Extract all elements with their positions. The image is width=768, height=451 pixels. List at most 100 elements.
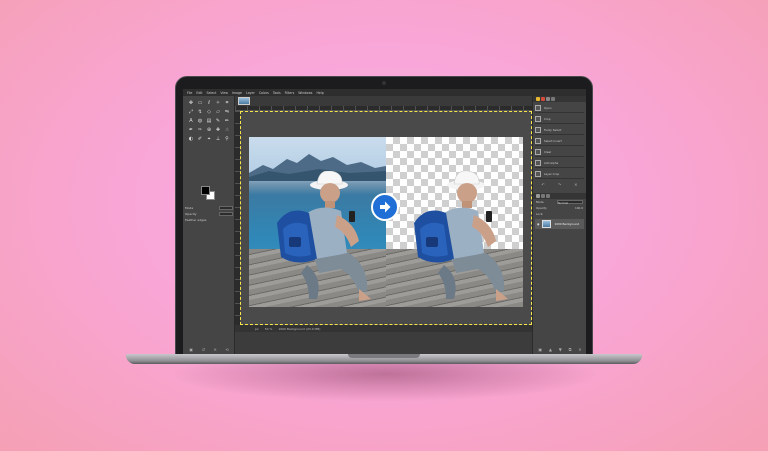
redo-icon[interactable]: ↷ — [558, 182, 561, 187]
save-preset-icon[interactable]: ▣ — [189, 347, 193, 352]
option-opacity-label: Opacity — [185, 212, 197, 216]
history-item[interactable]: Crop — [535, 114, 584, 124]
history-item[interactable]: Clear — [535, 147, 584, 157]
menu-colors[interactable]: Colors — [259, 91, 269, 95]
option-mode-select[interactable] — [219, 206, 233, 210]
layers-actions: ▣ ▲ ▼ ⧉ ✕ — [535, 347, 585, 352]
status-unit[interactable]: px — [255, 327, 259, 331]
option-opacity-input[interactable] — [219, 212, 233, 216]
laptop-screen: File Edit Select View Image Layer Colors… — [183, 89, 586, 355]
foreground-color-swatch[interactable] — [201, 186, 210, 195]
color-picker-icon[interactable]: ⌖ — [205, 135, 213, 143]
channels-tab-icon[interactable] — [541, 194, 545, 198]
layers-tab-icon[interactable] — [536, 194, 540, 198]
fg-bg-colors[interactable] — [201, 186, 215, 200]
person-figure-cutout — [414, 171, 508, 301]
paths-tab-icon[interactable] — [546, 194, 550, 198]
paths-icon[interactable]: ✐ — [196, 135, 204, 143]
restore-preset-icon[interactable]: ↺ — [202, 347, 205, 352]
reset-icon[interactable]: ⟲ — [225, 347, 228, 352]
toolbox-footer: ▣ ↺ ✕ ⟲ — [185, 347, 233, 352]
menu-edit[interactable]: Edit — [196, 91, 202, 95]
lasso-icon[interactable]: ℓ — [205, 99, 213, 107]
heal-icon[interactable]: ✚ — [214, 126, 222, 134]
option-mode: Mode — [185, 206, 233, 210]
duplicate-layer-icon[interactable]: ⧉ — [569, 347, 572, 352]
zoom-icon[interactable]: ⚲ — [223, 135, 231, 143]
history-step-icon — [535, 115, 541, 122]
tool-grid: ✥ ▭ ℓ ✧ ⌗ ⤢ ↯ ◇ ▱ ⇋ A ◍ ▤ ✎ ✏ ✒ ✑ ⊕ ✚ ☝ — [183, 96, 234, 146]
history-item[interactable]: Fuzzy Select — [535, 125, 584, 135]
airbrush-icon[interactable]: ✒ — [187, 126, 195, 134]
layer-item[interactable]: ◉ 1000 Background — [535, 219, 584, 229]
bucket-fill-icon[interactable]: ◍ — [196, 117, 204, 125]
move-icon[interactable]: ✥ — [187, 99, 195, 107]
menu-help[interactable]: Help — [316, 91, 323, 95]
image-tabs — [235, 96, 535, 106]
toolbox-panel: ✥ ▭ ℓ ✧ ⌗ ⤢ ↯ ◇ ▱ ⇋ A ◍ ▤ ✎ ✏ ✒ ✑ ⊕ ✚ ☝ — [183, 96, 235, 355]
ink-icon[interactable]: ✑ — [196, 126, 204, 134]
patterns-tab-icon[interactable] — [541, 97, 545, 101]
clone-icon[interactable]: ⊕ — [205, 126, 213, 134]
canvas-area[interactable] — [240, 111, 532, 325]
image-tab-thumbnail[interactable] — [238, 97, 250, 105]
perspective-icon[interactable]: ▱ — [214, 108, 222, 116]
menu-view[interactable]: View — [220, 91, 228, 95]
history-step-icon — [535, 137, 541, 144]
layer-mode-label: Mode — [536, 200, 544, 204]
new-layer-icon[interactable]: ▣ — [538, 347, 542, 352]
option-mode-label: Mode — [185, 206, 194, 210]
transform-icon[interactable]: ⤢ — [187, 108, 195, 116]
warp-icon[interactable]: ↯ — [196, 108, 204, 116]
cage-icon[interactable]: ◇ — [205, 108, 213, 116]
menu-filters[interactable]: Filters — [285, 91, 295, 95]
dodge-icon[interactable]: ◐ — [187, 135, 195, 143]
menu-tools[interactable]: Tools — [273, 91, 281, 95]
measure-icon[interactable]: ⟂ — [214, 135, 222, 143]
text-icon[interactable]: A — [187, 117, 195, 125]
clear-history-icon[interactable]: ✕ — [574, 182, 577, 187]
arrow-glyph — [380, 201, 391, 213]
status-zoom[interactable]: 50 % — [265, 327, 273, 331]
delete-preset-icon[interactable]: ✕ — [213, 347, 216, 352]
undo-icon[interactable]: ↶ — [541, 182, 544, 187]
layer-opacity-value[interactable]: 100.0 — [575, 206, 583, 210]
eye-icon[interactable]: ◉ — [537, 222, 539, 226]
pencil-icon[interactable]: ✏ — [223, 117, 231, 125]
history-step-icon — [535, 159, 541, 166]
lower-layer-icon[interactable]: ▼ — [559, 347, 562, 352]
laptop-shadow — [170, 362, 600, 402]
menu-image[interactable]: Image — [232, 91, 242, 95]
fonts-tab-icon[interactable] — [546, 97, 550, 101]
flip-icon[interactable]: ⇋ — [223, 108, 231, 116]
history-item[interactable]: Select Invert — [535, 136, 584, 146]
person-figure — [277, 171, 371, 301]
history-item[interactable]: Add Alpha — [535, 158, 584, 168]
brushes-tab-icon[interactable] — [536, 97, 540, 101]
raise-layer-icon[interactable]: ▲ — [549, 347, 552, 352]
canvas-bottom-area — [235, 332, 532, 355]
layer-lock-row: Lock: — [533, 211, 586, 217]
menu-windows[interactable]: Windows — [298, 91, 312, 95]
rect-select-icon[interactable]: ▭ — [196, 99, 204, 107]
laptop-base — [126, 354, 642, 364]
menu-file[interactable]: File — [187, 91, 192, 95]
original-photo — [249, 137, 386, 307]
status-info: 1000 Background (43.0 MB) — [278, 326, 321, 331]
fuzzy-select-icon[interactable]: ✧ — [214, 99, 222, 107]
menu-layer[interactable]: Layer — [246, 91, 255, 95]
history-item[interactable]: Layer Crop — [535, 169, 584, 179]
layer-mode-select[interactable]: Normal — [557, 200, 583, 205]
smudge-icon[interactable]: ☝ — [223, 126, 231, 134]
history-tab-icon[interactable] — [551, 97, 555, 101]
option-feather[interactable]: Feather edges — [185, 218, 233, 222]
delete-layer-icon[interactable]: ✕ — [578, 347, 581, 352]
history-step-icon — [535, 104, 541, 111]
menu-select[interactable]: Select — [207, 91, 217, 95]
history-item[interactable]: Open — [535, 103, 584, 113]
crop-icon[interactable]: ⌗ — [223, 99, 231, 107]
gradient-icon[interactable]: ▤ — [205, 117, 213, 125]
right-dock-panel: Open Crop Fuzzy Select Select Invert Cle… — [532, 96, 586, 355]
paintbrush-icon[interactable]: ✎ — [214, 117, 222, 125]
tool-options: Mode Opacity Feather edges — [185, 206, 233, 224]
